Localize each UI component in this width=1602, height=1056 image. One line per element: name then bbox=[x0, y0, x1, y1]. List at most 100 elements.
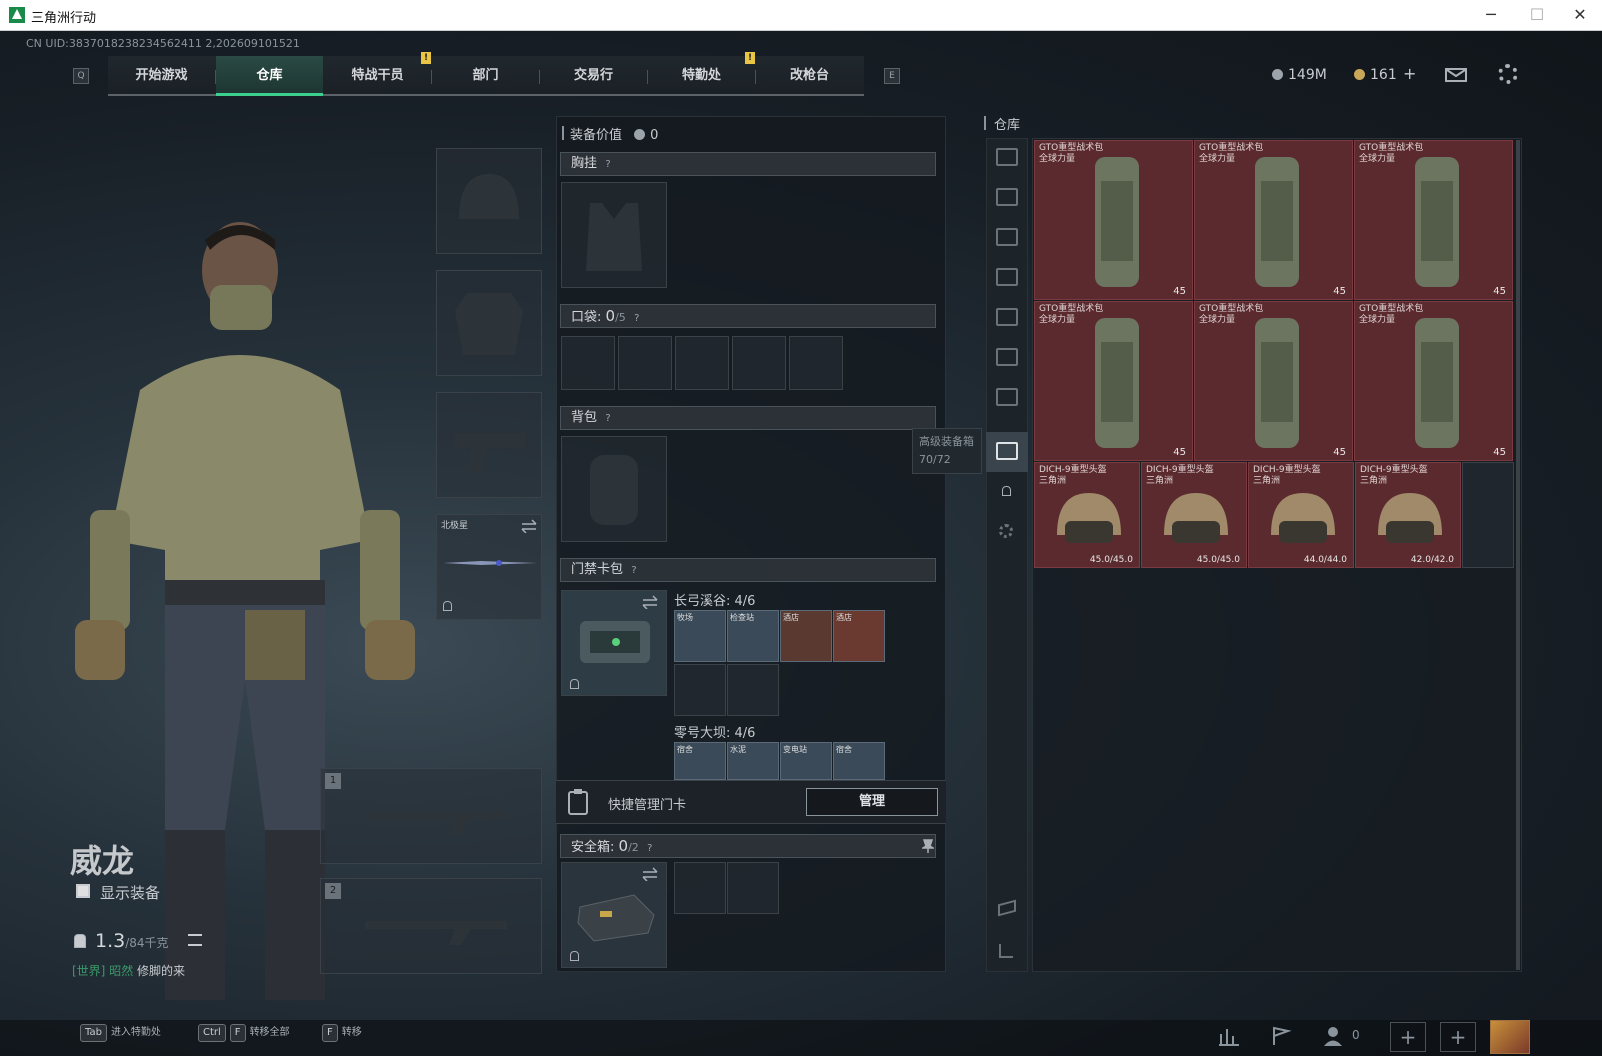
mail-icon[interactable] bbox=[1445, 68, 1467, 82]
storage-category-icon[interactable] bbox=[996, 348, 1018, 366]
world-chat-line[interactable]: [世界] 昭然 修脚的来 bbox=[72, 962, 185, 979]
safebox-header: 安全箱: 0/2? bbox=[560, 834, 936, 858]
stats-icon[interactable] bbox=[1218, 1026, 1240, 1046]
helmet-slot[interactable] bbox=[436, 148, 542, 254]
storage-item-helmet[interactable]: DICH-9重型头盔 三角洲 45.0/45.0 bbox=[1141, 462, 1247, 568]
storage-category-icon[interactable] bbox=[996, 188, 1018, 206]
close-button[interactable]: ✕ bbox=[1558, 0, 1602, 31]
sort-icon[interactable] bbox=[999, 944, 1013, 958]
pocket-slot[interactable] bbox=[561, 336, 615, 390]
primary-weapon-slot-2[interactable]: 2 bbox=[320, 878, 542, 974]
silver-coin-icon bbox=[634, 129, 646, 140]
settings-icon[interactable] bbox=[1498, 64, 1518, 84]
tab-operators[interactable]: 特战干员 bbox=[324, 56, 431, 96]
storage-item-backpack[interactable]: GTO重型战术包 全球力量 45 bbox=[1194, 301, 1353, 461]
safebox-item-slot[interactable] bbox=[674, 862, 726, 914]
keycard-item[interactable]: 酒店 bbox=[833, 610, 885, 662]
tab-gunsmith[interactable]: 改枪台 bbox=[756, 56, 863, 96]
list-icon[interactable] bbox=[188, 934, 202, 946]
hint-transfer-all[interactable]: Ctrl F 转移全部 bbox=[198, 1020, 290, 1046]
melee-slot[interactable]: 北极星 bbox=[436, 514, 542, 620]
safebox-icon bbox=[577, 894, 655, 942]
backpack-item-icon bbox=[1415, 318, 1459, 448]
swap-icon[interactable] bbox=[642, 867, 658, 881]
keycard-case-slot[interactable] bbox=[561, 590, 667, 696]
keycard-item[interactable]: 水泥 bbox=[727, 742, 779, 780]
chest-rig-slot[interactable] bbox=[561, 182, 667, 288]
tab-trading[interactable]: 交易行 bbox=[540, 56, 647, 96]
safebox-item-slot[interactable] bbox=[727, 862, 779, 914]
pin-icon[interactable] bbox=[922, 838, 934, 854]
keycard-item[interactable]: 牧场 bbox=[674, 610, 726, 662]
storage-item-helmet[interactable]: DICH-9重型头盔 三角洲 42.0/42.0 bbox=[1355, 462, 1461, 568]
item-durability: 45.0/45.0 bbox=[1089, 555, 1133, 565]
add-teammate-button[interactable]: + bbox=[1390, 1022, 1426, 1052]
rail-lock-icon[interactable] bbox=[1002, 486, 1011, 496]
storage-item-backpack[interactable]: GTO重型战术包 全球力量 45 bbox=[1354, 140, 1513, 300]
storage-item-backpack[interactable]: GTO重型战术包 全球力量 45 bbox=[1194, 140, 1353, 300]
keycard-item[interactable]: 酒店 bbox=[780, 610, 832, 662]
add-teammate-button[interactable]: + bbox=[1440, 1022, 1476, 1052]
tab-warehouse[interactable]: 仓库 bbox=[216, 56, 323, 96]
keycard-name: 变电站 bbox=[783, 745, 807, 754]
storage-category-icon[interactable] bbox=[996, 308, 1018, 326]
keycard-item[interactable]: 检查站 bbox=[727, 610, 779, 662]
show-equipment-checkbox[interactable] bbox=[76, 884, 90, 898]
map2-name: 零号大坝: bbox=[674, 726, 731, 741]
hint-transfer[interactable]: F 转移 bbox=[322, 1020, 362, 1046]
help-icon[interactable]: ? bbox=[627, 560, 641, 582]
keycard-item[interactable]: 变电站 bbox=[780, 742, 832, 780]
storage-item-backpack[interactable]: GTO重型战术包 全球力量 45 bbox=[1034, 301, 1193, 461]
storage-item-helmet[interactable]: DICH-9重型头盔 三角洲 45.0/45.0 bbox=[1034, 462, 1140, 568]
keycard-empty-slot[interactable] bbox=[727, 664, 779, 716]
storage-scrollbar[interactable] bbox=[1516, 140, 1520, 970]
storage-home-icon[interactable] bbox=[996, 148, 1018, 166]
swap-icon[interactable] bbox=[521, 519, 537, 533]
storage-category-icon[interactable] bbox=[996, 228, 1018, 246]
minimize-button[interactable]: ─ bbox=[1468, 0, 1514, 31]
swap-icon[interactable] bbox=[642, 595, 658, 609]
storage-item-backpack[interactable]: GTO重型战术包 全球力量 45 bbox=[1034, 140, 1193, 300]
hint-special-ops[interactable]: Tab 进入特勤处 bbox=[80, 1020, 161, 1046]
storage-item-backpack[interactable]: GTO重型战术包 全球力量 45 bbox=[1354, 301, 1513, 461]
item-durability: 44.0/44.0 bbox=[1303, 555, 1347, 565]
storage-empty-cell[interactable] bbox=[1462, 462, 1514, 568]
safebox-slot[interactable] bbox=[561, 862, 667, 968]
backpack-slot[interactable] bbox=[561, 436, 667, 542]
key-ctrl: Ctrl bbox=[198, 1024, 226, 1042]
keycard-name: 水泥 bbox=[730, 745, 746, 754]
help-icon[interactable]: ? bbox=[643, 838, 657, 860]
keycard-case-label: 门禁卡包 bbox=[571, 562, 624, 577]
pocket-slot[interactable] bbox=[618, 336, 672, 390]
maximize-button[interactable]: ☐ bbox=[1514, 0, 1560, 31]
player-avatar[interactable] bbox=[1490, 1020, 1530, 1054]
flag-icon[interactable] bbox=[1270, 1026, 1292, 1046]
friends-icon[interactable] bbox=[1322, 1025, 1346, 1047]
safebox-total: /2 bbox=[628, 841, 639, 854]
help-icon[interactable]: ? bbox=[601, 154, 615, 176]
keycard-item[interactable]: 宿舍 bbox=[833, 742, 885, 780]
storage-category-icon[interactable] bbox=[996, 268, 1018, 286]
backpack-placeholder-icon bbox=[590, 455, 638, 525]
tab-start-game[interactable]: 开始游戏 bbox=[108, 56, 215, 96]
help-icon[interactable]: ? bbox=[601, 408, 615, 430]
pistol-slot[interactable] bbox=[436, 392, 542, 498]
storage-category-icon[interactable] bbox=[996, 388, 1018, 406]
help-icon[interactable]: ? bbox=[630, 308, 644, 330]
storage-item-helmet[interactable]: DICH-9重型头盔 三角洲 44.0/44.0 bbox=[1248, 462, 1354, 568]
rail-settings-icon[interactable] bbox=[999, 524, 1013, 538]
armor-slot[interactable] bbox=[436, 270, 542, 376]
backpack-label: 背包 bbox=[571, 410, 598, 425]
advanced-gear-box-icon[interactable] bbox=[996, 442, 1018, 460]
tab-special-ops[interactable]: 特勤处 bbox=[648, 56, 755, 96]
pocket-slot[interactable] bbox=[732, 336, 786, 390]
pocket-slot[interactable] bbox=[675, 336, 729, 390]
primary-weapon-slot-1[interactable]: 1 bbox=[320, 768, 542, 864]
pocket-slot[interactable] bbox=[789, 336, 843, 390]
manage-button[interactable]: 管理 bbox=[806, 788, 938, 816]
keycard-item[interactable]: 宿舍 bbox=[674, 742, 726, 780]
item-name: DICH-9重型头盔 三角洲 bbox=[1253, 465, 1321, 487]
tab-department[interactable]: 部门 bbox=[432, 56, 539, 96]
add-currency-button[interactable]: + bbox=[1403, 64, 1416, 83]
keycard-empty-slot[interactable] bbox=[674, 664, 726, 716]
